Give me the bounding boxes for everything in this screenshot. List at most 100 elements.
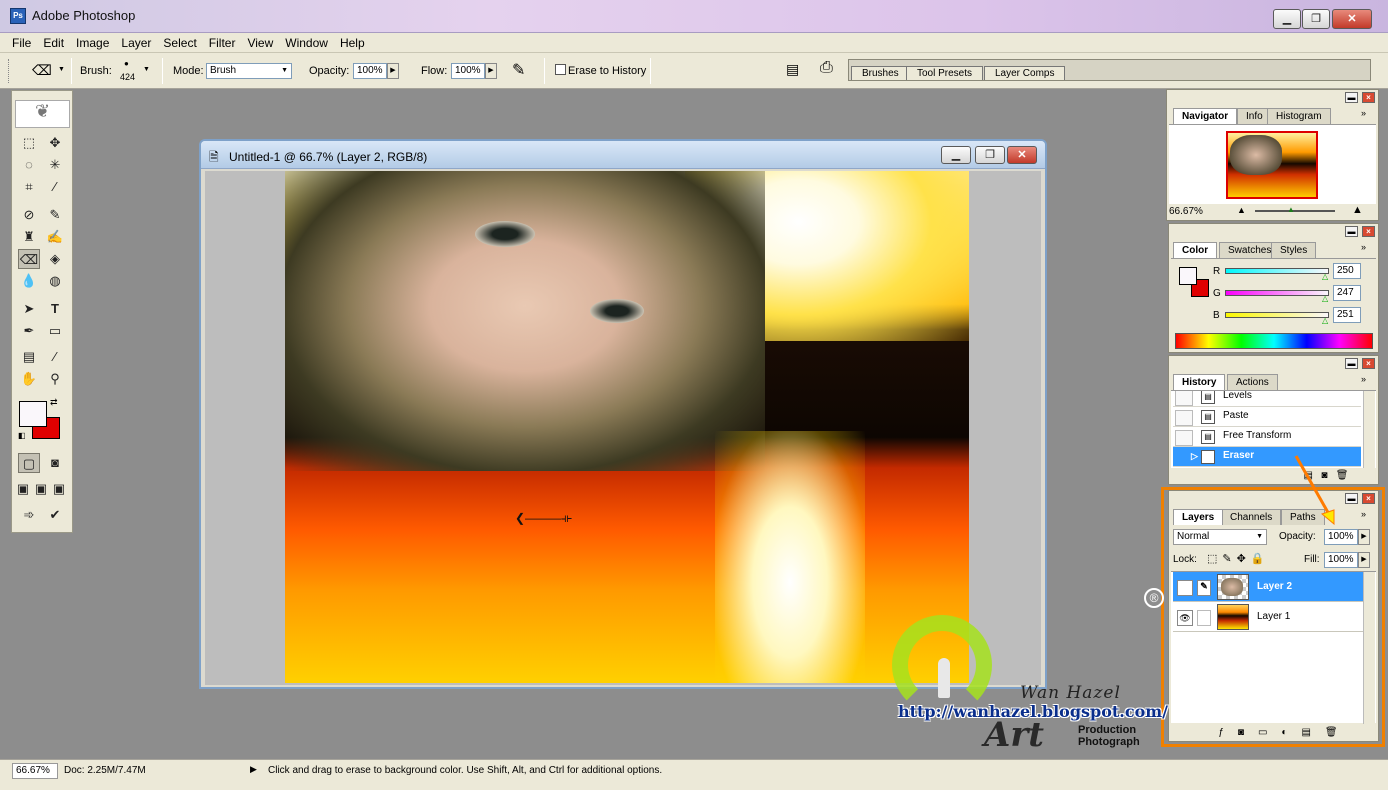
g-slider-thumb-icon[interactable]: △ <box>1322 294 1328 303</box>
healing-brush-icon[interactable]: ⊘ <box>18 205 40 225</box>
path-select-icon[interactable]: ➤ <box>18 299 40 319</box>
layer-group-icon[interactable]: ▭ <box>1258 727 1281 738</box>
panel-menu-icon[interactable]: » <box>1361 242 1366 252</box>
tab-navigator[interactable]: Navigator <box>1173 108 1238 124</box>
lock-position-icon[interactable]: ✥ <box>1237 553 1251 565</box>
close-button[interactable]: ✕ <box>1332 9 1372 29</box>
menu-edit[interactable]: Edit <box>37 33 70 50</box>
lock-transparency-icon[interactable]: ⬚ <box>1207 553 1222 565</box>
status-menu-arrow-icon[interactable]: ▶ <box>250 764 257 775</box>
tab-history[interactable]: History <box>1173 374 1226 390</box>
brush-dot-icon[interactable]: ● <box>124 59 129 68</box>
r-input[interactable]: 250 <box>1333 263 1361 279</box>
zoom-out-icon[interactable]: ▲ <box>1237 205 1246 215</box>
brush-tool-icon[interactable]: ✎ <box>44 205 66 225</box>
screen-mode-standard-icon[interactable]: ▣ <box>14 479 32 499</box>
blur-tool-icon[interactable]: 💧 <box>18 271 40 291</box>
layer-opacity-input[interactable]: 100% <box>1324 529 1358 545</box>
history-scrollbar[interactable] <box>1363 391 1375 468</box>
composited-photo[interactable]: ❮———⟛ <box>285 171 969 683</box>
visibility-eye-icon[interactable]: 👁 <box>1177 610 1193 626</box>
navigator-zoom-value[interactable]: 66.67% <box>1169 206 1203 217</box>
tab-color[interactable]: Color <box>1173 242 1218 258</box>
layer-row[interactable]: 👁 Layer 1 <box>1173 602 1363 632</box>
brush-picker-arrow-icon[interactable]: ▼ <box>143 66 150 73</box>
b-slider[interactable] <box>1225 312 1329 318</box>
move-tool-icon[interactable]: ✥ <box>44 133 66 153</box>
layer-name[interactable]: Layer 2 <box>1257 581 1292 592</box>
layer-link-box[interactable] <box>1197 610 1211 626</box>
menu-file[interactable]: File <box>0 33 37 50</box>
panel-close-icon[interactable]: × <box>1362 92 1375 103</box>
notes-tool-icon[interactable]: ▤ <box>18 347 40 367</box>
lasso-tool-icon[interactable]: ◌ <box>18 155 40 175</box>
r-slider-thumb-icon[interactable]: △ <box>1322 272 1328 281</box>
panel-minimize-icon[interactable]: ▬ <box>1345 358 1358 369</box>
panel-minimize-icon[interactable]: ▬ <box>1345 92 1358 103</box>
panel-minimize-icon[interactable]: ▬ <box>1345 226 1358 237</box>
fill-arrow-icon[interactable]: ▶ <box>1358 552 1370 568</box>
mode-select[interactable]: Brush ▼ <box>206 63 292 79</box>
g-slider[interactable] <box>1225 290 1329 296</box>
adjustment-layer-icon[interactable]: ◐ <box>1281 727 1301 738</box>
tab-actions[interactable]: Actions <box>1227 374 1278 390</box>
eraser-tool-icon[interactable]: ⌫ <box>18 249 40 269</box>
layer-style-icon[interactable]: ƒ <box>1218 727 1238 738</box>
minimize-button[interactable]: ▁ <box>1273 9 1301 29</box>
b-input[interactable]: 251 <box>1333 307 1361 323</box>
doc-close-button[interactable]: ✕ <box>1007 146 1037 164</box>
panel-menu-icon[interactable]: » <box>1361 108 1366 118</box>
opacity-slider-arrow-icon[interactable]: ▶ <box>387 63 399 79</box>
delete-layer-icon[interactable]: 🗑 <box>1325 727 1352 738</box>
color-foreground-swatch[interactable] <box>1179 267 1197 285</box>
menu-select[interactable]: Select <box>157 33 202 50</box>
options-grip[interactable] <box>8 59 11 83</box>
doc-restore-button[interactable]: ❐ <box>975 146 1005 164</box>
visibility-eye-icon[interactable]: 👁 <box>1177 580 1193 596</box>
menu-view[interactable]: View <box>241 33 279 50</box>
zoom-slider-thumb-icon[interactable]: ▲ <box>1287 205 1295 214</box>
file-browser-icon[interactable]: ▤ <box>786 61 799 78</box>
panel-close-icon[interactable]: × <box>1362 226 1375 237</box>
status-zoom[interactable]: 66.67% <box>12 763 58 779</box>
panel-minimize-icon[interactable]: ▬ <box>1345 493 1358 504</box>
history-brush-icon[interactable]: ✍ <box>44 227 66 247</box>
history-item[interactable]: ▤ Free Transform <box>1173 427 1361 447</box>
menu-layer[interactable]: Layer <box>115 33 157 50</box>
panel-menu-icon[interactable]: » <box>1361 509 1366 519</box>
type-tool-icon[interactable]: T <box>44 299 66 319</box>
clone-stamp-icon[interactable]: ♜ <box>18 227 40 247</box>
standard-mode-icon[interactable]: ▢ <box>18 453 40 473</box>
menu-help[interactable]: Help <box>334 33 371 50</box>
magic-wand-icon[interactable]: ✳ <box>44 155 66 175</box>
eyedropper-icon[interactable]: ⁄ <box>44 347 66 367</box>
panel-menu-icon[interactable]: » <box>1361 374 1366 384</box>
menu-image[interactable]: Image <box>70 33 115 50</box>
quick-mask-icon[interactable]: ◙ <box>44 453 66 473</box>
zoom-in-icon[interactable]: ▲ <box>1352 204 1363 216</box>
palette-well-icon[interactable]: ⎙ <box>820 59 833 77</box>
menu-window[interactable]: Window <box>279 33 334 50</box>
erase-history-checkbox[interactable] <box>555 64 566 75</box>
layers-scrollbar[interactable] <box>1363 572 1375 724</box>
hand-tool-icon[interactable]: ✋ <box>18 369 40 389</box>
canvas-area[interactable]: ❮———⟛ <box>205 171 1041 685</box>
history-source-box[interactable] <box>1175 430 1193 446</box>
zoom-tool-icon[interactable]: ⚲ <box>44 369 66 389</box>
history-item[interactable]: ▤ Levels <box>1173 391 1361 407</box>
tab-histogram[interactable]: Histogram <box>1267 108 1331 124</box>
well-tab-tool-presets[interactable]: Tool Presets <box>906 66 984 80</box>
chevron-down-icon[interactable]: ▼ <box>58 66 65 73</box>
dodge-tool-icon[interactable]: ◍ <box>44 271 66 291</box>
jump-to-imageready-icon[interactable]: ➾ <box>18 505 40 525</box>
history-item[interactable]: ▤ Paste <box>1173 407 1361 427</box>
panel-close-icon[interactable]: × <box>1362 358 1375 369</box>
document-title-bar[interactable]: 🗎 Untitled-1 @ 66.7% (Layer 2, RGB/8) ▁ … <box>201 141 1045 169</box>
layer-mask-icon[interactable]: ◙ <box>1238 727 1258 738</box>
menu-filter[interactable]: Filter <box>203 33 242 50</box>
well-tab-brushes[interactable]: Brushes <box>851 66 910 80</box>
panel-close-icon[interactable]: × <box>1362 493 1375 504</box>
airbrush-icon[interactable]: ✎ <box>512 60 525 80</box>
history-source-box[interactable] <box>1175 410 1193 426</box>
foreground-color-swatch[interactable] <box>19 401 47 427</box>
